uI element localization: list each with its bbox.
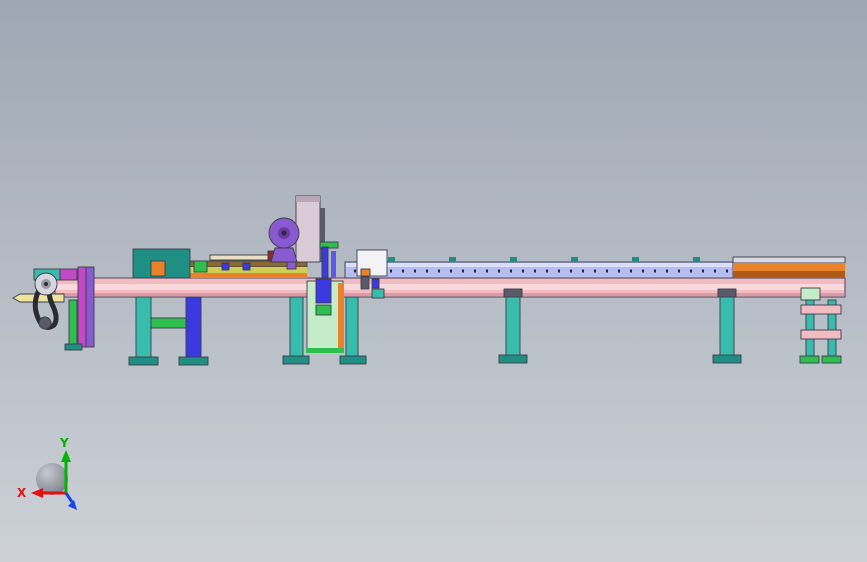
lower-leg-right[interactable] [345,296,359,358]
leg-crossbar[interactable] [150,317,187,329]
support-leg-1[interactable] [135,296,152,359]
rail-guide-tab-2[interactable] [449,257,456,262]
rail-guide-tab-1[interactable] [388,257,395,262]
chain-sprocket[interactable] [38,316,52,330]
end-plate-front[interactable] [77,266,87,348]
drive-motor[interactable] [132,248,191,279]
control-box-fitting[interactable] [371,278,380,289]
rail-guide-tab-4[interactable] [571,257,578,262]
bearing-block[interactable] [59,268,78,281]
lower-leg-left[interactable] [289,296,304,358]
support-leg-4[interactable] [719,296,735,357]
leg-foot-3[interactable] [498,354,528,364]
leg-foot-4[interactable] [712,354,742,364]
pulley-bracket[interactable] [270,247,298,263]
y-axis-label: Y [59,436,69,450]
control-box-support[interactable] [371,288,385,299]
stand-crossbar-bottom[interactable] [800,329,842,340]
leg-mount-4[interactable] [717,288,737,298]
motor-window[interactable] [150,260,166,277]
press-column-cap [296,196,320,202]
guide-block-1[interactable] [221,262,230,271]
stand-top-block[interactable] [800,287,821,301]
cad-viewport[interactable]: Y X [0,0,867,562]
support-leg-2[interactable] [185,296,202,359]
support-leg-3[interactable] [505,296,521,357]
leg-foot-2[interactable] [178,356,209,366]
rail-guide-tab-6[interactable] [693,257,700,262]
press-column[interactable] [295,195,321,263]
lower-foot-right[interactable] [339,355,367,365]
stand-foot-right[interactable] [821,355,842,364]
x-axis-label: X [17,486,27,500]
chain-rail-highlight [346,263,732,267]
control-box-mark [360,268,371,277]
stand-crossbar-top[interactable] [800,304,842,315]
guide-block-2[interactable] [242,262,251,271]
end-support-strip[interactable] [68,299,78,346]
stand-foot-left[interactable] [799,355,820,364]
clamp-block[interactable] [193,260,208,273]
infeed-rail-bottom[interactable] [183,273,307,278]
rail-guide-tab-5[interactable] [632,257,639,262]
end-plate-back[interactable] [85,266,95,348]
lower-foot-left[interactable] [282,355,310,365]
actuator-bar-2[interactable] [331,251,336,278]
lower-cylinder-base[interactable] [315,304,332,316]
end-roller-axle [44,282,48,286]
outfeed-rail-bottom[interactable] [733,271,845,278]
outfeed-rail-top[interactable] [732,256,846,264]
outfeed-rail-middle[interactable] [733,263,845,271]
end-support-foot[interactable] [64,343,83,351]
screw-strip[interactable] [209,254,269,261]
lower-base-pad[interactable] [306,348,344,353]
lower-cylinder[interactable] [315,278,332,304]
control-box-tab[interactable] [360,276,370,290]
outfeed-rail[interactable] [732,256,846,278]
rail-guide-tab-3[interactable] [510,257,517,262]
viewport-canvas[interactable]: Y X [0,0,867,562]
actuator-bar-1[interactable] [321,246,329,279]
leg-foot-1[interactable] [128,356,159,366]
pulley-axle [281,230,287,236]
lower-panel-strip[interactable] [338,283,344,349]
leg-mount-3[interactable] [503,288,523,298]
